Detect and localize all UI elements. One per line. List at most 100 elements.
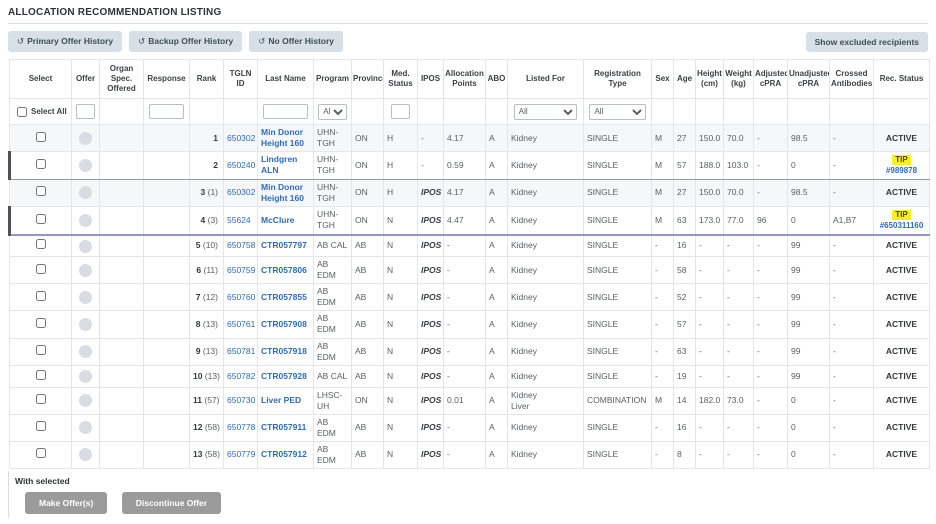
ipos-flag: IPOS bbox=[421, 318, 442, 329]
filter-select-registration-type[interactable]: All bbox=[589, 103, 646, 120]
tgln-id-link[interactable]: 650778 bbox=[227, 422, 255, 432]
last-name-cell: CTR057912 bbox=[257, 440, 314, 469]
tgln-id-cell: 650730 bbox=[223, 386, 258, 415]
row-select-checkbox[interactable] bbox=[35, 394, 46, 405]
last-name-link[interactable]: CTR057928 bbox=[261, 371, 307, 381]
row-select-checkbox[interactable] bbox=[35, 448, 46, 459]
last-name-link[interactable]: CTR057797 bbox=[261, 240, 307, 250]
last-name-link[interactable]: Min Donor Height 160 bbox=[261, 182, 304, 203]
last-name-link[interactable]: McClure bbox=[261, 215, 295, 225]
row-select-checkbox[interactable] bbox=[35, 239, 46, 250]
active-status-label: ACTIVE bbox=[885, 346, 918, 357]
crossed-antibodies-cell: - bbox=[829, 364, 874, 388]
select-all-checkbox[interactable] bbox=[17, 106, 27, 117]
program-cell: UHN-TGH bbox=[313, 178, 352, 207]
tgln-id-link[interactable]: 650779 bbox=[227, 449, 255, 459]
row-select-checkbox[interactable] bbox=[35, 186, 46, 197]
listed-for-cell: Kidney bbox=[507, 151, 584, 180]
tgln-id-link[interactable]: 650760 bbox=[227, 292, 255, 302]
last-name-cell: Min Donor Height 160 bbox=[257, 123, 314, 153]
tgln-id-cell: 650761 bbox=[223, 310, 258, 339]
tgln-id-cell: 650781 bbox=[223, 337, 258, 366]
row-select-checkbox[interactable] bbox=[35, 290, 46, 301]
no-offer-history-button[interactable]: ↺ No Offer History bbox=[249, 31, 344, 52]
row-select-checkbox[interactable] bbox=[35, 369, 46, 380]
row-select-checkbox[interactable] bbox=[36, 158, 46, 169]
tgln-id-cell: 650760 bbox=[223, 283, 258, 312]
filter-input-offer[interactable] bbox=[76, 104, 95, 119]
rank-cell: 13 (58) bbox=[189, 440, 224, 469]
ipos-flag: IPOS bbox=[421, 395, 442, 406]
province-cell: AB bbox=[351, 413, 384, 442]
province-cell: ON bbox=[351, 151, 384, 180]
unadjusted-cpra-cell: 99 bbox=[787, 310, 830, 339]
filter-cell-height-cm bbox=[695, 98, 724, 125]
weight-cell: - bbox=[723, 364, 754, 388]
registration-type-cell: SINGLE bbox=[583, 413, 652, 442]
row-select-checkbox[interactable] bbox=[35, 345, 46, 356]
tgln-id-link[interactable]: 650781 bbox=[227, 346, 255, 356]
row-select-checkbox[interactable] bbox=[35, 317, 46, 328]
last-name-link[interactable]: Lindgren ALN bbox=[261, 154, 297, 175]
select-cell bbox=[9, 413, 72, 442]
unadjusted-cpra-cell: 0 bbox=[787, 205, 830, 236]
tgln-id-link[interactable]: 55624 bbox=[227, 215, 251, 225]
filter-select-listed-for[interactable]: All bbox=[513, 103, 578, 120]
row-select-checkbox[interactable] bbox=[35, 421, 46, 432]
ipos-flag: IPOS bbox=[421, 346, 442, 357]
province-cell: AB bbox=[351, 364, 384, 388]
tip-reference-link[interactable]: #989878 bbox=[886, 166, 917, 175]
last-name-link[interactable]: CTR057908 bbox=[261, 319, 307, 329]
offer-cell bbox=[71, 151, 100, 180]
last-name-link[interactable]: CTR057911 bbox=[261, 422, 306, 432]
age-cell: 16 bbox=[673, 413, 696, 442]
offer-cell bbox=[71, 256, 100, 285]
province-cell: AB bbox=[351, 310, 384, 339]
last-name-link[interactable]: CTR057806 bbox=[261, 265, 307, 275]
discontinue-offer-button[interactable]: Discontinue Offer bbox=[121, 491, 222, 514]
backup-offer-history-button[interactable]: ↺ Backup Offer History bbox=[129, 31, 243, 52]
row-select-checkbox[interactable] bbox=[35, 131, 46, 142]
tgln-id-link[interactable]: 650758 bbox=[227, 240, 255, 250]
tgln-id-link[interactable]: 650730 bbox=[227, 395, 255, 405]
response-cell bbox=[143, 283, 190, 312]
tip-reference-link[interactable]: #650311160 bbox=[880, 221, 924, 230]
response-cell bbox=[143, 440, 190, 469]
last-name-cell: CTR057797 bbox=[257, 234, 314, 258]
program-cell: AB EDM bbox=[313, 310, 352, 339]
abo-cell: A bbox=[485, 123, 508, 153]
tgln-id-link[interactable]: 650761 bbox=[227, 319, 255, 329]
last-name-link[interactable]: CTR057912 bbox=[261, 449, 307, 459]
tgln-id-link[interactable]: 650302 bbox=[227, 133, 255, 143]
col-header-rec-status: Rec. Status bbox=[873, 59, 930, 99]
tgln-id-link[interactable]: 650240 bbox=[227, 160, 255, 170]
last-name-link[interactable]: CTR057918 bbox=[261, 346, 307, 356]
row-select-checkbox[interactable] bbox=[35, 263, 46, 274]
with-selected-section: With selected Make Offer(s) Discontinue … bbox=[8, 470, 928, 518]
filter-input-response[interactable] bbox=[148, 104, 185, 119]
filter-select-program[interactable]: All bbox=[318, 103, 347, 120]
tgln-id-cell: 650779 bbox=[223, 440, 258, 469]
primary-offer-history-button[interactable]: ↺ Primary Offer History bbox=[8, 31, 123, 52]
last-name-link[interactable]: Liver PED bbox=[261, 395, 301, 405]
ipos-flag: IPOS bbox=[421, 422, 442, 433]
tip-status-badge: TIP bbox=[892, 155, 911, 166]
abo-cell: A bbox=[485, 205, 508, 236]
active-status-label: ACTIVE bbox=[885, 187, 918, 198]
filter-input-last-name[interactable] bbox=[263, 104, 308, 119]
last-name-link[interactable]: CTR057855 bbox=[261, 292, 307, 302]
last-name-link[interactable]: Min Donor Height 160 bbox=[261, 127, 304, 148]
recipient-row: 5 (10) 650758 CTR057797 AB CAL AB N IPOS - A Kidn… bbox=[9, 234, 930, 258]
tgln-id-link[interactable]: 650759 bbox=[227, 265, 255, 275]
show-excluded-recipients-button[interactable]: Show excluded recipients bbox=[805, 31, 928, 52]
registration-type-cell: SINGLE bbox=[583, 151, 652, 180]
row-select-checkbox[interactable] bbox=[36, 213, 46, 224]
offer-cell bbox=[71, 364, 100, 388]
organ-spec-offered-cell bbox=[99, 337, 144, 366]
filter-input-med-status[interactable] bbox=[391, 104, 410, 119]
make-offers-button[interactable]: Make Offer(s) bbox=[25, 491, 108, 514]
rec-status-cell: ACTIVE bbox=[873, 386, 930, 415]
tgln-id-link[interactable]: 650302 bbox=[227, 187, 255, 197]
age-cell: 8 bbox=[673, 440, 696, 469]
tgln-id-link[interactable]: 650782 bbox=[227, 371, 255, 381]
